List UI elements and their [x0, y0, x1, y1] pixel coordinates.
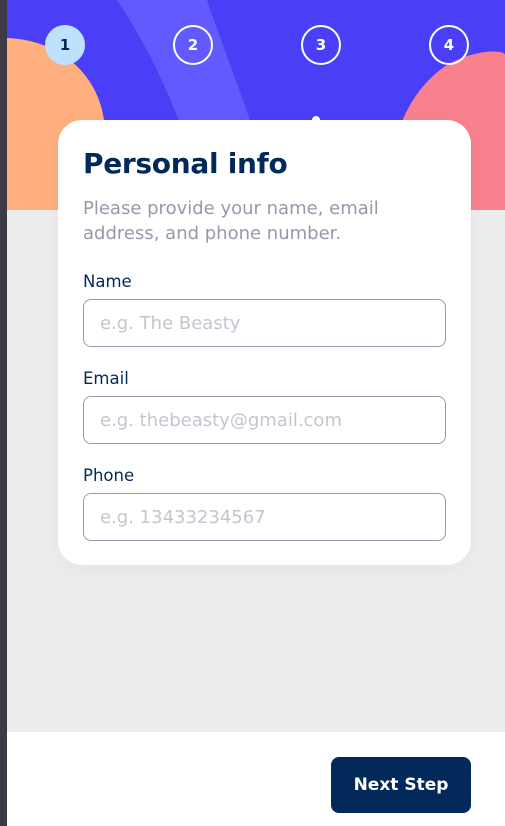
step-3-circle[interactable]: 3 — [301, 25, 341, 65]
name-input[interactable] — [83, 299, 446, 347]
footer-bar: Next Step — [7, 732, 505, 826]
multi-step-form-app: 1 2 3 4 Personal info Please provide you… — [0, 0, 505, 826]
page-title: Personal info — [83, 147, 288, 180]
phone-label: Phone — [83, 466, 135, 485]
email-label: Email — [83, 369, 129, 388]
page-subtitle: Please provide your name, email address,… — [83, 198, 379, 244]
next-step-button[interactable]: Next Step — [331, 757, 471, 813]
card-notch — [312, 116, 320, 124]
step-2-circle[interactable]: 2 — [173, 25, 213, 65]
step-4-circle[interactable]: 4 — [429, 25, 469, 65]
step-indicator: 1 2 3 4 — [7, 0, 505, 100]
personal-info-card: Personal info Please provide your name, … — [58, 116, 471, 565]
phone-input[interactable] — [83, 493, 446, 541]
email-input[interactable] — [83, 396, 446, 444]
step-1-circle[interactable]: 1 — [45, 25, 85, 65]
window-edge — [0, 0, 7, 826]
name-label: Name — [83, 272, 132, 291]
